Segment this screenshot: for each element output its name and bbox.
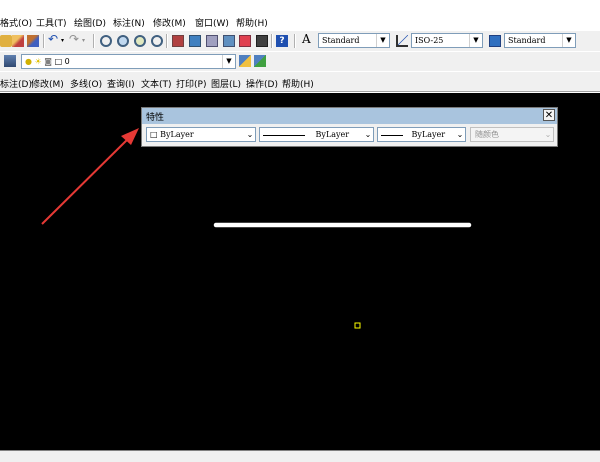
- chevron-down-icon: ▼: [376, 34, 389, 47]
- pencil-icon[interactable]: [12, 35, 24, 47]
- toolbar-separator: [166, 34, 168, 48]
- tool-palettes-icon[interactable]: [206, 35, 218, 47]
- toolbar-separator: [43, 34, 45, 48]
- menu2-layer[interactable]: 图层(L): [211, 77, 241, 90]
- menu-format[interactable]: 格式(O): [0, 16, 32, 29]
- zoom-previous-icon[interactable]: [151, 35, 163, 47]
- lightbulb-icon: ●: [25, 57, 32, 66]
- table-style-icon: [489, 35, 501, 47]
- menu2-dimension[interactable]: 标注(D): [0, 77, 32, 90]
- color-swatch-icon: □: [54, 57, 63, 66]
- dimension-style-value: ISO-25: [415, 36, 444, 45]
- menu-dimension[interactable]: 标注(N): [113, 16, 145, 29]
- menu-tools[interactable]: 工具(T): [36, 16, 67, 29]
- redo-icon[interactable]: ↷: [69, 33, 81, 46]
- lineweight-select[interactable]: ByLayer ⌄: [377, 127, 466, 142]
- chevron-down-icon: ⌄: [363, 128, 373, 141]
- plotstyle-value: 随颜色: [475, 130, 499, 139]
- redo-dropdown-icon[interactable]: ▾: [82, 37, 85, 44]
- plotstyle-select: 随颜色 ⌄: [470, 127, 554, 142]
- annotation-arrow-shaft: [41, 133, 134, 225]
- layers-toolbar: ● ☀ ◙ □ 0 ▼: [0, 52, 600, 71]
- undo-dropdown-icon[interactable]: ▾: [61, 37, 64, 44]
- table-style-select[interactable]: Standard ▼: [504, 33, 576, 48]
- linetype-select[interactable]: ByLayer ⌄: [259, 127, 374, 142]
- chevron-down-icon: ⌄: [455, 128, 465, 141]
- table-style-value: Standard: [508, 36, 546, 45]
- toolbar-separator: [294, 34, 296, 48]
- menu2-operation[interactable]: 操作(D): [246, 77, 278, 90]
- layer-select[interactable]: ● ☀ ◙ □ 0 ▼: [21, 54, 236, 69]
- layer-name: 0: [64, 57, 70, 66]
- lineweight-value: ByLayer: [411, 130, 446, 139]
- dimension-style-select[interactable]: ISO-25 ▼: [411, 33, 483, 48]
- menu2-plot[interactable]: 打印(P): [176, 77, 206, 90]
- menu-help[interactable]: 帮助(H): [236, 16, 268, 29]
- sun-icon: ☀: [34, 57, 42, 66]
- chevron-down-icon: ⌄: [245, 128, 255, 141]
- properties-title: 特性: [146, 113, 165, 123]
- zoom-realtime-icon[interactable]: [117, 35, 129, 47]
- text-style-value: Standard: [322, 36, 360, 45]
- markup-icon[interactable]: [239, 35, 251, 47]
- chevron-down-icon: ▼: [222, 55, 235, 68]
- calculator-icon[interactable]: [256, 35, 268, 47]
- menu2-multiline[interactable]: 多线(O): [70, 77, 102, 90]
- menu2-text[interactable]: 文本(T): [141, 77, 172, 90]
- properties-panel: 特性 ✕ □ ByLayer ⌄ ByLayer ⌄ ByLayer ⌄ 随颜色…: [141, 107, 558, 147]
- menu2-modify[interactable]: 修改(M): [31, 77, 64, 90]
- chevron-down-icon: ▼: [562, 34, 575, 47]
- menu-window[interactable]: 窗口(W): [195, 16, 229, 29]
- dimension-style-icon: [396, 35, 408, 47]
- color-select[interactable]: □ ByLayer ⌄: [146, 127, 256, 142]
- chevron-down-icon: ▼: [469, 34, 482, 47]
- standard-toolbar: ↶ ▾ ↷ ▾ ? A Standard ▼ ISO-25 ▼ Standard…: [0, 31, 600, 51]
- command-line[interactable]: [0, 450, 600, 462]
- lineweight-preview-icon: [381, 134, 403, 136]
- secondary-menu-bar: 标注(D) 修改(M) 多线(O) 查询(I) 文本(T) 打印(P) 图层(L…: [0, 72, 600, 92]
- help-icon[interactable]: ?: [276, 35, 288, 47]
- text-style-icon: A: [302, 32, 311, 46]
- chevron-down-icon: ⌄: [543, 128, 553, 141]
- pan-icon[interactable]: [100, 35, 112, 47]
- lock-icon: ◙: [44, 57, 53, 66]
- sheet-set-icon[interactable]: [223, 35, 235, 47]
- toolbar-separator: [93, 34, 95, 48]
- close-button[interactable]: ✕: [543, 109, 555, 121]
- menu2-help[interactable]: 帮助(H): [282, 77, 314, 90]
- paste-icon[interactable]: [0, 35, 12, 47]
- toolbar-separator: [271, 34, 273, 48]
- layer-previous-icon[interactable]: [254, 55, 266, 67]
- zoom-window-icon[interactable]: [134, 35, 146, 47]
- menu-modify[interactable]: 修改(M): [153, 16, 186, 29]
- linetype-preview-icon: [263, 134, 305, 136]
- layer-manager-icon[interactable]: [4, 55, 16, 67]
- text-style-select[interactable]: Standard ▼: [318, 33, 390, 48]
- properties-icon[interactable]: [172, 35, 184, 47]
- color-swatch-icon: □: [150, 130, 158, 139]
- match-properties-icon[interactable]: [27, 35, 39, 47]
- linetype-value: ByLayer: [315, 130, 350, 139]
- color-value: ByLayer: [160, 130, 194, 139]
- menu-draw[interactable]: 绘图(D): [74, 16, 106, 29]
- menu-bar: 格式(O) 工具(T) 绘图(D) 标注(N) 修改(M) 窗口(W) 帮助(H…: [0, 13, 600, 31]
- menu2-inquiry[interactable]: 查询(I): [107, 77, 135, 90]
- undo-icon[interactable]: ↶: [48, 33, 60, 46]
- make-current-layer-icon[interactable]: [239, 55, 251, 67]
- properties-title-bar[interactable]: 特性 ✕: [142, 108, 557, 124]
- cursor-marker: [354, 322, 361, 329]
- design-center-icon[interactable]: [189, 35, 201, 47]
